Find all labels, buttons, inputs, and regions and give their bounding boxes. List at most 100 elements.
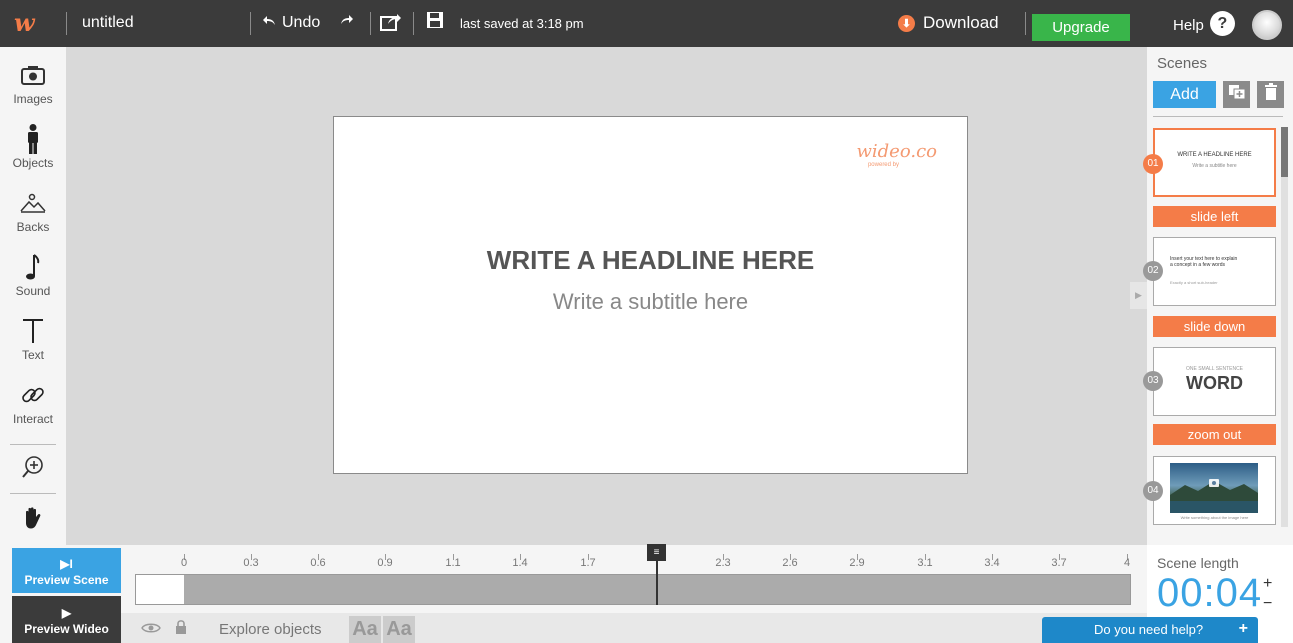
tool-label: Backs xyxy=(16,220,50,234)
help-chat-label: Do you need help? xyxy=(1094,622,1204,637)
scene-length-value[interactable]: 00:04 xyxy=(1157,571,1262,616)
transition-zoom-out[interactable]: zoom out xyxy=(1153,424,1276,445)
tool-backs[interactable]: Backs xyxy=(0,188,66,234)
save-button[interactable] xyxy=(426,11,444,34)
divider xyxy=(370,12,371,35)
lock-toggle[interactable] xyxy=(175,619,187,640)
pan-tool[interactable] xyxy=(0,503,66,533)
divider xyxy=(10,444,56,445)
trash-icon xyxy=(1264,83,1278,106)
share-icon xyxy=(380,14,402,36)
lock-icon xyxy=(175,620,187,639)
tool-interact[interactable]: Interact xyxy=(0,380,66,426)
preview-wideo-label: Preview Wideo xyxy=(24,622,109,636)
preview-wideo-button[interactable]: ▶ Preview Wideo xyxy=(12,596,121,643)
explore-objects-link[interactable]: Explore objects xyxy=(219,621,322,638)
watermark-logo: wideo.co xyxy=(856,141,938,162)
tool-images[interactable]: Images xyxy=(0,60,66,106)
question-mark-icon: ? xyxy=(1209,11,1235,36)
visibility-toggle[interactable] xyxy=(141,621,161,639)
divider xyxy=(413,12,414,35)
help-label: Help xyxy=(1173,17,1204,34)
timeline-clip[interactable] xyxy=(136,575,184,604)
mountain-icon xyxy=(0,188,66,218)
zoom-in-icon xyxy=(0,452,66,482)
scene-length-label: Scene length xyxy=(1157,555,1239,571)
increase-length-button[interactable]: + xyxy=(1263,575,1272,593)
delete-scene-button[interactable] xyxy=(1257,81,1284,108)
stage-canvas[interactable]: wideo.co powered by WRITE A HEADLINE HER… xyxy=(333,116,968,474)
divider xyxy=(1153,116,1283,117)
ruler-tick-label: 4 xyxy=(1123,557,1131,569)
duplicate-scene-button[interactable] xyxy=(1223,81,1250,108)
scene-thumbnail-03[interactable]: ONE SMALL SENTENCE WORD xyxy=(1153,347,1276,416)
add-scene-button[interactable]: Add xyxy=(1153,81,1216,108)
download-button[interactable]: ⬇ Download xyxy=(898,13,999,33)
text-t-icon xyxy=(0,316,66,346)
timeline-bottom-bar: Explore objects Aa Aa xyxy=(121,613,1147,643)
floppy-disk-icon xyxy=(426,12,444,33)
preview-scene-label: Preview Scene xyxy=(24,573,109,587)
timeline-track[interactable] xyxy=(135,574,1131,605)
preview-scene-button[interactable]: ▶︎I Preview Scene xyxy=(12,548,121,593)
download-arrow-icon: ⬇ xyxy=(898,14,915,32)
left-toolbar: Images Objects Backs Sound Text Interact xyxy=(0,47,66,545)
thumb-landscape-image xyxy=(1170,463,1258,513)
play-step-icon: ▶︎I xyxy=(60,557,73,571)
font-style-button[interactable]: Aa xyxy=(349,616,381,643)
wideo-logo[interactable]: w xyxy=(14,9,44,37)
scene-thumbnail-04[interactable]: Write something about the image here xyxy=(1153,456,1276,525)
tool-label: Text xyxy=(21,348,44,362)
tool-label: Images xyxy=(13,92,53,106)
grip-icon: ≡ xyxy=(653,547,660,558)
playhead-handle[interactable]: ≡ xyxy=(647,544,666,561)
share-button[interactable] xyxy=(380,12,402,37)
music-note-icon xyxy=(0,252,66,282)
transition-slide-left[interactable]: slide left xyxy=(1153,206,1276,227)
thumb-text: Insert your text here to explain a conce… xyxy=(1170,256,1238,268)
redo-icon xyxy=(340,13,354,30)
scenes-scrollbar-thumb[interactable] xyxy=(1281,127,1288,177)
save-status: last saved at 3:18 pm xyxy=(460,16,584,31)
scene-number-badge: 01 xyxy=(1143,154,1163,174)
undo-button[interactable]: Undo xyxy=(262,14,320,32)
duplicate-icon xyxy=(1228,84,1246,105)
hand-icon xyxy=(0,503,66,533)
collapse-panel-toggle[interactable]: ▶ xyxy=(1130,282,1147,309)
stage-subtitle[interactable]: Write a subtitle here xyxy=(334,289,967,315)
tool-text[interactable]: Text xyxy=(0,316,66,362)
scenes-title: Scenes xyxy=(1157,55,1208,72)
help-button[interactable]: Help ? xyxy=(1173,11,1235,36)
download-label: Download xyxy=(923,13,999,32)
undo-icon xyxy=(262,14,276,32)
transition-slide-down[interactable]: slide down xyxy=(1153,316,1276,337)
ruler-tick-label: 2.3 xyxy=(715,557,731,569)
tool-objects[interactable]: Objects xyxy=(0,124,66,170)
help-chat-box[interactable]: Do you need help? + xyxy=(1042,617,1258,643)
stage-headline[interactable]: WRITE A HEADLINE HERE xyxy=(334,245,967,276)
scene-thumbnail-02[interactable]: Insert your text here to explain a conce… xyxy=(1153,237,1276,306)
divider xyxy=(10,493,56,494)
scene-number-badge: 03 xyxy=(1143,371,1163,391)
scene-thumbnail-01[interactable]: WRITE A HEADLINE HERE Write a subtitle h… xyxy=(1153,128,1276,197)
ruler-tick-label: 2.9 xyxy=(849,557,865,569)
divider xyxy=(250,12,251,35)
ruler-tick-label: 1.1 xyxy=(445,557,461,569)
upgrade-button[interactable]: Upgrade xyxy=(1032,14,1130,41)
playhead-line xyxy=(656,558,658,605)
ruler-tick-label: 3.1 xyxy=(917,557,933,569)
tool-label: Interact xyxy=(12,412,54,426)
font-style-button[interactable]: Aa xyxy=(383,616,415,643)
watermark-subtitle: powered by xyxy=(867,162,899,168)
user-avatar[interactable] xyxy=(1252,10,1282,40)
expand-plus-icon[interactable]: + xyxy=(1239,616,1248,642)
document-title[interactable]: untitled xyxy=(82,14,134,32)
zoom-tool[interactable] xyxy=(0,452,66,482)
redo-button[interactable] xyxy=(340,13,354,31)
tool-sound[interactable]: Sound xyxy=(0,252,66,298)
thumb-subtitle: Write a subtitle here xyxy=(1192,163,1237,169)
thumb-caption: Write something about the image here xyxy=(1180,515,1249,520)
decrease-length-button[interactable]: − xyxy=(1263,595,1272,613)
scenes-scrollbar-track[interactable] xyxy=(1281,127,1288,527)
thumb-headline: WRITE A HEADLINE HERE xyxy=(1177,152,1252,158)
